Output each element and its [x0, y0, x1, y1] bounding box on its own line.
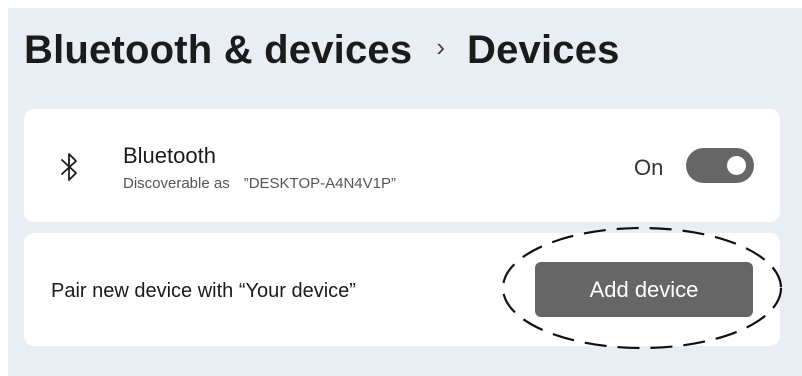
pair-device-label: Pair new device with “Your device” — [51, 280, 356, 302]
add-device-button[interactable]: Add device — [535, 262, 753, 317]
toggle-knob — [727, 156, 746, 175]
breadcrumb: Bluetooth & devices › Devices — [24, 22, 620, 78]
chevron-right-icon: › — [436, 31, 445, 62]
bluetooth-title: Bluetooth — [123, 143, 216, 168]
page-title: Devices — [466, 27, 620, 72]
bluetooth-icon — [61, 153, 77, 181]
breadcrumb-parent-link[interactable]: Bluetooth & devices — [24, 28, 412, 73]
toggle-state-label: On — [634, 155, 664, 180]
device-name: ”DESKTOP-A4N4V1P” — [243, 175, 396, 192]
discoverable-text: Discoverable as ”DESKTOP-A4N4V1P” — [123, 175, 396, 192]
discoverable-prefix: Discoverable as — [123, 175, 230, 192]
bluetooth-toggle[interactable] — [686, 148, 754, 183]
